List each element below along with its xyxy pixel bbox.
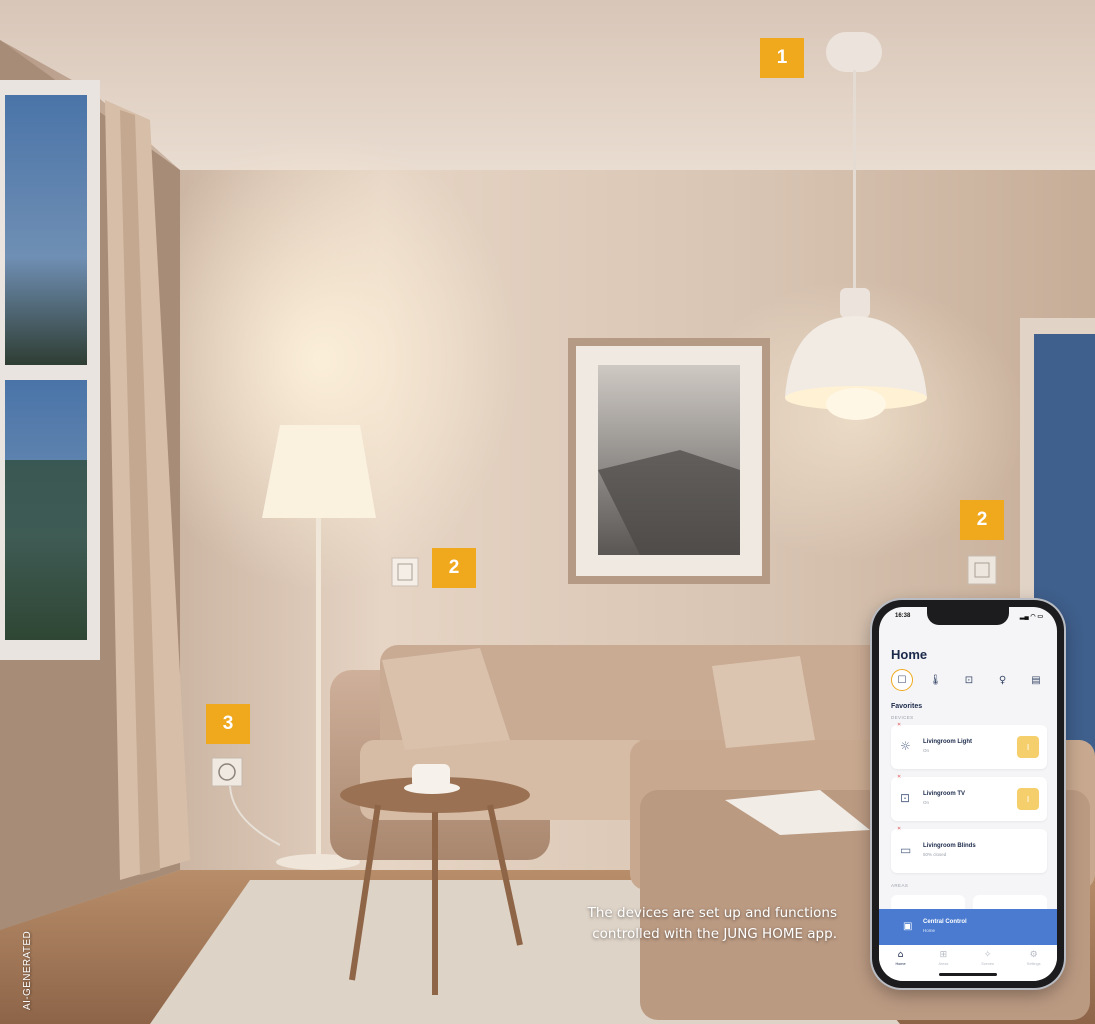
- bulb-icon[interactable]: ♀: [992, 669, 1014, 691]
- smartphone-mockup: 16:38 ▂▄ ◠ ▭ Home ☐ 🌡 ⊡ ♀ ▤ Favorites DE…: [872, 600, 1064, 988]
- tab-label: Areas: [938, 962, 949, 966]
- pin-icon: ✕: [897, 826, 902, 832]
- favorites-icon[interactable]: ☐: [891, 669, 913, 691]
- thermometer-icon[interactable]: 🌡: [925, 669, 947, 691]
- socket-icon[interactable]: ⊡: [958, 669, 980, 691]
- pin-icon: ✕: [897, 722, 902, 728]
- tab-areas[interactable]: ⊞ Areas: [938, 950, 948, 966]
- favorites-heading: Favorites: [891, 703, 923, 710]
- app-screen: 16:38 ▂▄ ◠ ▭ Home ☐ 🌡 ⊡ ♀ ▤ Favorites DE…: [879, 607, 1057, 981]
- device-toggle-button[interactable]: I: [1017, 736, 1039, 758]
- category-filter-bar: ☐ 🌡 ⊡ ♀ ▤: [891, 669, 1047, 691]
- socket-icon: ⊡: [900, 791, 911, 805]
- tab-scenes[interactable]: ✧ Scenes: [981, 950, 994, 966]
- pin-icon: ✕: [897, 774, 902, 780]
- tab-home[interactable]: ⌂ Home: [895, 950, 905, 966]
- areas-icon: ⊞: [939, 950, 948, 960]
- device-name: Livingroom Light: [923, 739, 972, 745]
- signal-wifi-battery-icon: ▂▄ ◠ ▭: [1019, 614, 1043, 620]
- device-toggle-button[interactable]: I: [1017, 788, 1039, 810]
- scenes-icon: ✧: [983, 950, 992, 960]
- central-control-bar[interactable]: ▣ Central Control Home: [879, 909, 1057, 945]
- blinds-icon: ▭: [900, 843, 912, 857]
- tab-settings[interactable]: ⚙ Settings: [1027, 950, 1041, 966]
- blinds-icon[interactable]: ▤: [1025, 669, 1047, 691]
- central-control-icon: ▣: [903, 921, 913, 932]
- device-card-livingroom-blinds[interactable]: ✕ ▭ Livingroom Blinds 50% closed: [891, 826, 1047, 873]
- marker-wall-switch-right: 2: [960, 500, 1004, 540]
- device-state: On: [923, 748, 930, 753]
- tab-label: Scenes: [981, 962, 994, 966]
- device-card-livingroom-light[interactable]: ✕ ☼ Livingroom Light On I: [891, 722, 1047, 769]
- device-name: Livingroom TV: [923, 791, 965, 797]
- tab-label: Home: [895, 962, 906, 966]
- marker-socket: 3: [206, 704, 250, 744]
- central-control-state: Home: [923, 928, 936, 933]
- status-bar: 16:38 ▂▄ ◠ ▭: [895, 613, 1043, 620]
- device-card-livingroom-tv[interactable]: ✕ ⊡ Livingroom TV On I: [891, 774, 1047, 821]
- caption-text: The devices are set up and functions con…: [587, 905, 837, 942]
- app-page-title: Home: [891, 647, 928, 662]
- tab-label: Settings: [1026, 962, 1041, 966]
- marker-wall-switch-left: 2: [432, 548, 476, 588]
- home-icon: ⌂: [897, 950, 904, 960]
- home-indicator: [939, 973, 997, 976]
- devices-section-label: DEVICES: [891, 715, 914, 720]
- status-time: 16:38: [895, 613, 911, 619]
- settings-icon: ⚙: [1029, 950, 1038, 960]
- ai-generated-label: AI-GENERATED: [22, 930, 33, 1010]
- marker-ceiling-light: 1: [760, 38, 804, 78]
- device-state: On: [923, 800, 930, 805]
- device-state: 50% closed: [923, 852, 947, 857]
- central-control-name: Central Control: [923, 919, 967, 925]
- device-name: Livingroom Blinds: [923, 843, 976, 849]
- bulb-icon: ☼: [900, 739, 911, 753]
